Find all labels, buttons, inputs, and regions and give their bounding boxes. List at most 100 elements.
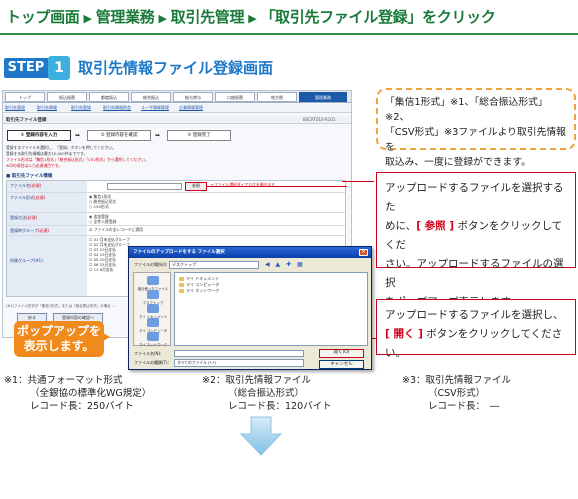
flow-step-confirm: ② 登録内容を確認 — [87, 130, 151, 141]
format-radio-csv[interactable]: ○ CSV形式 — [89, 204, 116, 209]
popup-bubble: ポップアップを 表示します。 — [14, 321, 104, 357]
nav-tab-each-transfer[interactable]: 都度振込 — [89, 92, 129, 102]
format-radio-group[interactable]: ◉ 集信1形式 ○ 総合振込形式 ○ CSV形式 — [89, 194, 116, 209]
callout-text: アップロードするファイルを選択し、 — [385, 309, 564, 321]
group-apply-all-checkbox[interactable]: ☑ ファイルの全レコードに適用 — [89, 227, 143, 232]
callout-text: めに、[ 参照 ] ボタンをクリックしてくだ — [385, 220, 563, 251]
place-my-computer[interactable]: マイ コンピュータ — [137, 318, 169, 333]
breadcrumb-item-partner: 取引先管理 — [170, 8, 245, 26]
callout-open: アップロードするファイルを選択し、 [ 開く ] ボタンをクリックしてください。 — [376, 299, 576, 359]
filetype-select[interactable]: すべてのファイル (*.*) — [174, 359, 304, 367]
callout-line-browse — [342, 181, 374, 182]
sub-link-partner-mgmt[interactable]: 取引先管理 — [5, 105, 25, 111]
browse-hint: ←ファイル選択ダイアログを開きます — [211, 182, 275, 187]
form-footnote: (※1)ファイル形式が「集信1形式」または「総合振込形式」の場合 ... — [6, 304, 116, 308]
nav-tab-admin[interactable]: 管理業務 — [299, 92, 347, 102]
member-checkbox[interactable]: ☐ 11 6月支払 — [89, 267, 130, 272]
footnote-2: ※2：取引先情報ファイル （総合振込形式） レコード長：120バイト — [202, 375, 332, 412]
info-line: 「集信1形式」※1、「総合振込形式」※2、 — [385, 97, 548, 123]
bubble-line: ポップアップを — [16, 324, 101, 338]
documents-folder-icon — [147, 304, 159, 313]
sub-link-partner-info[interactable]: 取引先情報 — [37, 105, 57, 111]
form-row-format: ファイル形式(必須) ◉ 集信1形式 ○ 総合振込形式 ○ CSV形式 — [7, 193, 345, 213]
group-label: 登録時グループ(必須) — [7, 226, 87, 235]
look-in-select[interactable]: デスクトップ — [169, 261, 259, 269]
form-row-file: ファイル名(必須) 参照 ←ファイル選択ダイアログを開きます — [7, 181, 347, 193]
form-row-method: 登録方法(必須) ◉ 追加登録 ○ 全件入替登録 — [7, 213, 345, 226]
nav-tab-transfer[interactable]: 振込振替 — [47, 92, 87, 102]
network-icon — [147, 332, 159, 341]
place-desktop[interactable]: デスクトップ — [137, 290, 169, 305]
browse-button[interactable]: 参照 — [185, 182, 207, 191]
place-recent[interactable]: 最近使ったファイル — [137, 276, 169, 291]
filename-input[interactable] — [174, 350, 304, 357]
places-bar: 最近使ったファイル デスクトップ マイ ドキュメント マイ コンピュータ マイ … — [133, 272, 171, 347]
callout-highlight-open: [ 開く ] — [385, 328, 423, 340]
open-button[interactable]: 開く(O) — [319, 349, 364, 358]
flow-step-complete: ③ 登録完了 — [167, 130, 231, 141]
folder-icon — [179, 283, 184, 287]
file-list: マイ ドキュメント マイ コンピュータ マイ ネットワーク — [174, 272, 368, 346]
method-radio-group[interactable]: ◉ 追加登録 ○ 全件入替登録 — [89, 214, 116, 224]
nav-tab-debit[interactable]: 口座振替 — [215, 92, 255, 102]
global-nav: トップ 振込振替 都度振込 総合振込 給与賞与 口座振替 地方税 管理業務 — [3, 91, 351, 103]
flow-arrow-icon: ➡ — [75, 132, 81, 139]
nav-tab-salary[interactable]: 給与賞与 — [173, 92, 213, 102]
file-open-dialog: ファイルのアップロードをする ファイル選択 × ファイルの場所(I): デスクト… — [128, 246, 372, 370]
sub-nav: 取引先管理 取引先情報 取引先登録 取引先情報照会 ユーザ情報管理 企業情報管理 — [3, 104, 351, 113]
breadcrumb-item-action: 「取引先ファイル登録」をクリック — [260, 8, 496, 26]
info-line: 取込み、一度に登録ができます。 — [385, 157, 531, 168]
info-line: 「CSV形式」※3ファイルより取引先情報を — [385, 127, 566, 153]
section-heading: ■ 取引先ファイル情報 — [6, 174, 53, 179]
format-label: ファイル形式(必須) — [7, 193, 87, 212]
computer-icon — [147, 318, 159, 327]
file-path-input[interactable] — [107, 183, 182, 190]
instruction-required: ※印の項目は入力必須項目です。 — [6, 163, 62, 168]
callout-highlight-browse: [ 参照 ] — [416, 220, 455, 232]
page-titlebar — [3, 116, 351, 124]
dialog-toolbar-icons[interactable]: ◀ ▲ ✚ ▦ — [265, 261, 305, 268]
breadcrumb-separator: ▶ — [248, 12, 257, 25]
filename-label: ファイル名(N): — [134, 351, 162, 356]
look-in-label: ファイルの場所(I): — [134, 262, 168, 267]
footnote-3: ※3：取引先情報ファイル （CSV形式） レコード長： ― — [402, 375, 512, 412]
sub-link-partner-register[interactable]: 取引先登録 — [71, 105, 91, 111]
flow-step-input: ① 登録内容を入力 — [7, 130, 71, 141]
popup-bubble-tail — [98, 330, 110, 344]
dialog-close-icon[interactable]: × — [359, 249, 368, 256]
callout-browse: アップロードするファイルを選択するた めに、[ 参照 ] ボタンをクリックしてく… — [376, 172, 576, 308]
file-label: ファイル名(必須) — [7, 181, 87, 192]
callout-text: アップロードするファイルを選択するた — [385, 182, 564, 213]
sub-link-partner-query[interactable]: 取引先情報照会 — [103, 105, 131, 111]
method-label: 登録方法(必須) — [7, 213, 87, 225]
recent-folder-icon — [147, 276, 159, 285]
nav-tab-local-tax[interactable]: 地方税 — [257, 92, 297, 102]
footnote-1: ※1：共通フォーマット形式 （全銀協の標準化WG規定） レコード長：250バイト — [4, 375, 152, 412]
folder-icon — [179, 277, 184, 281]
desktop-icon — [147, 290, 159, 299]
page-code: BSCRT010-R101 — [303, 117, 336, 122]
place-my-documents[interactable]: マイ ドキュメント — [137, 304, 169, 319]
breadcrumb-separator: ▶ — [83, 12, 92, 25]
file-list-item[interactable]: マイ ネットワーク — [179, 288, 219, 294]
filetype-label: ファイルの種類(T): — [134, 360, 169, 365]
place-my-network[interactable]: マイ ネットワーク — [137, 332, 169, 347]
flow-arrow-icon: ➡ — [155, 132, 161, 139]
nav-tab-top[interactable]: トップ — [5, 92, 45, 102]
down-arrow-icon — [240, 416, 282, 456]
callout-text: さい。アップロードするファイルの選択 — [385, 258, 564, 289]
member-checkbox-list: ☐ 01 月末支払グループ ☐ 02 月末支払グループ ☐ 03 10日支払 ☐… — [89, 237, 130, 272]
sub-link-company-mgmt[interactable]: 企業情報管理 — [179, 105, 203, 111]
method-radio-replace[interactable]: ○ 全件入替登録 — [89, 219, 116, 224]
breadcrumb-separator: ▶ — [158, 12, 167, 25]
sub-link-user-mgmt[interactable]: ユーザ情報管理 — [141, 105, 169, 111]
callout-text: [ 開く ] ボタンをクリックしてください。 — [385, 328, 563, 359]
dialog-title: ファイルのアップロードをする ファイル選択 — [129, 247, 371, 258]
bubble-line: 表示します。 — [23, 339, 95, 353]
nav-tab-bulk-transfer[interactable]: 総合振込 — [131, 92, 171, 102]
page-title: 取引先ファイル登録 — [6, 118, 47, 123]
cancel-button[interactable]: キャンセル — [319, 360, 364, 369]
info-box: 「集信1形式」※1、「総合振込形式」※2、 「CSV形式」※3ファイルより取引先… — [376, 88, 576, 168]
breadcrumb-item-admin: 管理業務 — [95, 8, 155, 26]
breadcrumb-divider — [0, 33, 578, 35]
